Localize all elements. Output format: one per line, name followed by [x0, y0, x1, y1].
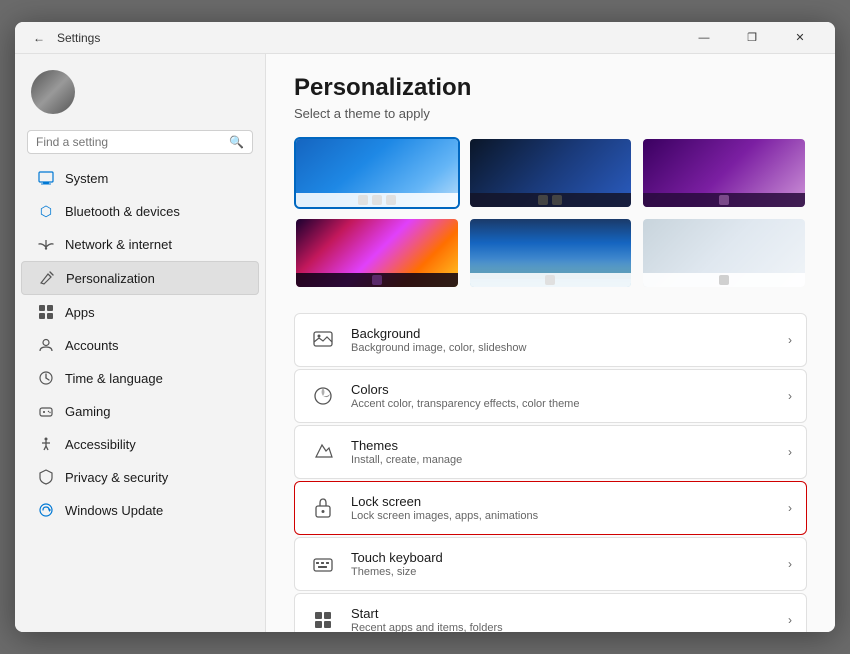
bluetooth-icon: ⬡ [37, 202, 55, 220]
sidebar-item-privacy-label: Privacy & security [65, 470, 168, 485]
page-title: Personalization [294, 74, 807, 102]
background-title: Background [351, 326, 774, 341]
sidebar-item-update-label: Windows Update [65, 503, 163, 518]
colors-desc: Accent color, transparency effects, colo… [351, 398, 774, 410]
network-icon [37, 235, 55, 253]
sidebar-item-bluetooth-label: Bluetooth & devices [65, 204, 180, 219]
themes-text: Themes Install, create, manage [351, 438, 774, 466]
window-title: Settings [57, 31, 100, 45]
lock-screen-desc: Lock screen images, apps, animations [351, 510, 774, 522]
lock-screen-chevron: › [788, 501, 792, 515]
close-button[interactable]: ✕ [777, 22, 823, 54]
themes-chevron: › [788, 445, 792, 459]
start-desc: Recent apps and items, folders [351, 622, 774, 632]
sidebar-item-gaming-label: Gaming [65, 404, 111, 419]
theme-6[interactable] [641, 217, 807, 289]
start-text: Start Recent apps and items, folders [351, 606, 774, 632]
sidebar-item-accounts[interactable]: Accounts [21, 329, 259, 361]
search-input[interactable] [36, 135, 223, 149]
sidebar-item-accounts-label: Accounts [65, 338, 118, 353]
background-icon [309, 326, 337, 354]
sidebar-item-apps[interactable]: Apps [21, 296, 259, 328]
sidebar-item-privacy[interactable]: Privacy & security [21, 461, 259, 493]
colors-title: Colors [351, 382, 774, 397]
settings-window: ← Settings — ❐ ✕ 🔍 [15, 22, 835, 632]
sidebar-item-apps-label: Apps [65, 305, 95, 320]
theme-3[interactable] [641, 137, 807, 209]
background-chevron: › [788, 333, 792, 347]
sidebar-item-personalization[interactable]: Personalization [21, 261, 259, 295]
gaming-icon [37, 402, 55, 420]
sidebar-item-bluetooth[interactable]: ⬡ Bluetooth & devices [21, 195, 259, 227]
theme-grid [294, 137, 807, 289]
sidebar-item-personalization-label: Personalization [66, 271, 155, 286]
system-icon [37, 169, 55, 187]
touch-keyboard-chevron: › [788, 557, 792, 571]
themes-desc: Install, create, manage [351, 454, 774, 466]
start-title: Start [351, 606, 774, 621]
lock-screen-icon [309, 494, 337, 522]
personalization-icon [38, 269, 56, 287]
touch-keyboard-desc: Themes, size [351, 566, 774, 578]
page-subtitle: Select a theme to apply [294, 106, 807, 121]
sidebar-item-system[interactable]: System [21, 162, 259, 194]
user-profile [15, 62, 265, 130]
update-icon [37, 501, 55, 519]
start-icon [309, 606, 337, 632]
back-button[interactable]: ← [27, 26, 51, 50]
colors-text: Colors Accent color, transparency effect… [351, 382, 774, 410]
colors-chevron: › [788, 389, 792, 403]
search-box[interactable]: 🔍 [27, 130, 253, 154]
search-icon: 🔍 [229, 135, 244, 149]
settings-item-themes[interactable]: Themes Install, create, manage › [294, 425, 807, 479]
sidebar-item-network[interactable]: Network & internet [21, 228, 259, 260]
touch-keyboard-title: Touch keyboard [351, 550, 774, 565]
maximize-button[interactable]: ❐ [729, 22, 775, 54]
background-text: Background Background image, color, slid… [351, 326, 774, 354]
main-content: 🔍 System ⬡ Bluetooth & devices [15, 54, 835, 632]
colors-icon [309, 382, 337, 410]
theme-5[interactable] [468, 217, 634, 289]
settings-item-background[interactable]: Background Background image, color, slid… [294, 313, 807, 367]
minimize-button[interactable]: — [681, 22, 727, 54]
sidebar-item-gaming[interactable]: Gaming [21, 395, 259, 427]
sidebar: 🔍 System ⬡ Bluetooth & devices [15, 54, 265, 632]
settings-list: Background Background image, color, slid… [294, 313, 807, 632]
start-chevron: › [788, 613, 792, 627]
theme-1[interactable] [294, 137, 460, 209]
sidebar-item-accessibility-label: Accessibility [65, 437, 136, 452]
settings-item-start[interactable]: Start Recent apps and items, folders › [294, 593, 807, 632]
themes-icon [309, 438, 337, 466]
accessibility-icon [37, 435, 55, 453]
background-desc: Background image, color, slideshow [351, 342, 774, 354]
time-icon [37, 369, 55, 387]
sidebar-item-update[interactable]: Windows Update [21, 494, 259, 526]
sidebar-item-time-label: Time & language [65, 371, 163, 386]
privacy-icon [37, 468, 55, 486]
theme-2[interactable] [468, 137, 634, 209]
sidebar-item-accessibility[interactable]: Accessibility [21, 428, 259, 460]
titlebar: ← Settings — ❐ ✕ [15, 22, 835, 54]
apps-icon [37, 303, 55, 321]
settings-item-colors[interactable]: Colors Accent color, transparency effect… [294, 369, 807, 423]
right-panel: Personalization Select a theme to apply [265, 54, 835, 632]
lock-screen-title: Lock screen [351, 494, 774, 509]
sidebar-item-network-label: Network & internet [65, 237, 172, 252]
avatar [31, 70, 75, 114]
settings-item-touch-keyboard[interactable]: Touch keyboard Themes, size › [294, 537, 807, 591]
touch-keyboard-text: Touch keyboard Themes, size [351, 550, 774, 578]
themes-title: Themes [351, 438, 774, 453]
theme-4[interactable] [294, 217, 460, 289]
window-controls: — ❐ ✕ [681, 22, 823, 54]
touch-keyboard-icon [309, 550, 337, 578]
sidebar-item-time[interactable]: Time & language [21, 362, 259, 394]
sidebar-item-system-label: System [65, 171, 108, 186]
settings-item-lock-screen[interactable]: Lock screen Lock screen images, apps, an… [294, 481, 807, 535]
accounts-icon [37, 336, 55, 354]
lock-screen-text: Lock screen Lock screen images, apps, an… [351, 494, 774, 522]
